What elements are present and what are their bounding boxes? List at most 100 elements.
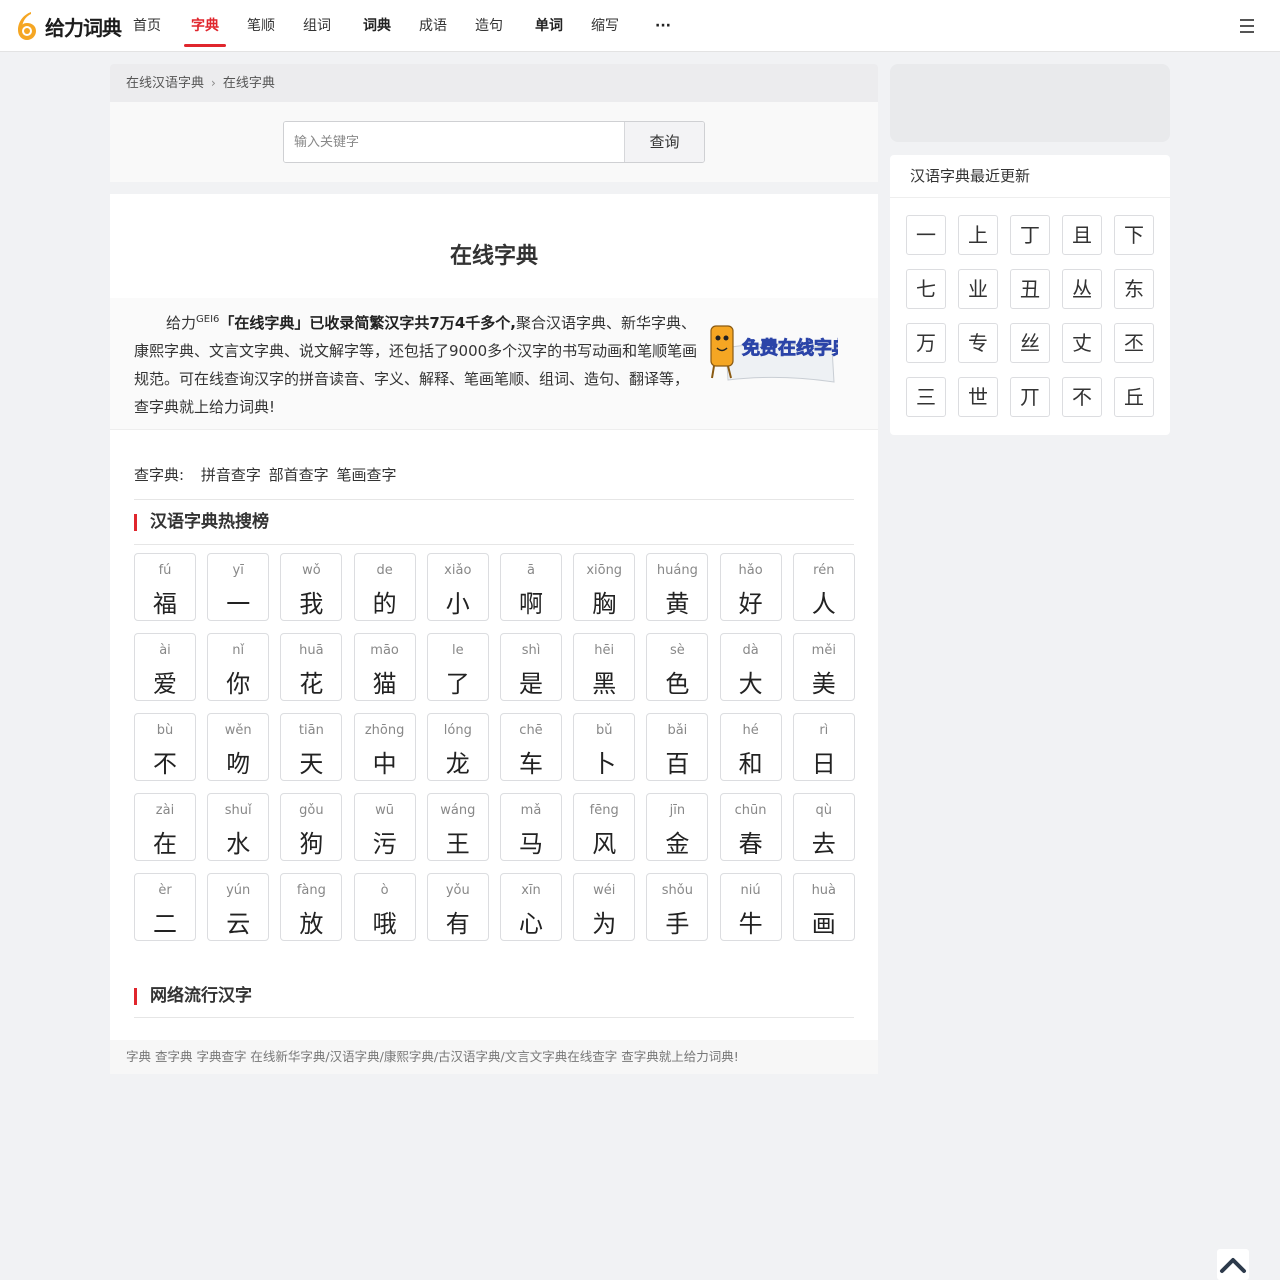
breadcrumb-home-link[interactable]: 在线汉语字典 — [126, 76, 204, 91]
hot-char-cell[interactable]: yǒu 有 — [426, 873, 489, 941]
hot-char-cell[interactable]: wéi 为 — [573, 873, 636, 941]
hot-char-cell[interactable]: zhōng 中 — [353, 713, 416, 781]
recent-char-cell[interactable]: 不 — [1062, 377, 1102, 417]
promo-image[interactable]: 免费在线字典 — [708, 318, 838, 390]
hot-char-cell[interactable]: mǎ 马 — [500, 793, 562, 861]
hot-char-cell[interactable]: wǒ 我 — [280, 553, 343, 621]
hot-char: 日 — [811, 750, 836, 778]
lookup-stroke-link[interactable]: 笔画查字 — [336, 466, 396, 484]
nav-dictionary[interactable]: 字典 — [184, 0, 226, 52]
nav-home[interactable]: 首页 — [133, 0, 161, 52]
hot-char-cell[interactable]: hǎo 好 — [719, 553, 782, 621]
hot-char-cell[interactable]: de 的 — [353, 553, 416, 621]
hot-char-cell[interactable]: yī 一 — [207, 553, 270, 621]
recent-char-cell[interactable]: 万 — [906, 323, 946, 363]
nav-stroke-order[interactable]: 笔顺 — [246, 0, 276, 52]
hot-char-pinyin: yī — [232, 563, 244, 578]
hot-char-cell[interactable]: èr 二 — [134, 873, 196, 941]
recent-char-cell[interactable]: 丛 — [1062, 269, 1102, 309]
hot-char: 狗 — [299, 830, 324, 858]
hot-char-cell[interactable]: lóng 龙 — [426, 713, 489, 781]
hot-char-cell[interactable]: huáng 黄 — [646, 553, 709, 621]
hot-char-cell[interactable]: gǒu 狗 — [280, 793, 343, 861]
nav-word-group[interactable]: 组词 — [302, 0, 332, 52]
recent-char-cell[interactable]: 丝 — [1010, 323, 1050, 363]
recent-char-cell[interactable]: 三 — [906, 377, 946, 417]
hot-char-cell[interactable]: sè 色 — [646, 633, 709, 701]
hot-char-cell[interactable]: nǐ 你 — [207, 633, 270, 701]
hot-char-cell[interactable]: chūn 春 — [719, 793, 782, 861]
back-to-top-button[interactable] — [1217, 1249, 1249, 1280]
nav-more[interactable]: ··· — [650, 0, 676, 52]
recent-char-cell[interactable]: 七 — [906, 269, 946, 309]
hot-char-pinyin: ò — [380, 883, 389, 898]
recent-char-cell[interactable]: 丁 — [1010, 215, 1050, 255]
hot-char-cell[interactable]: fàng 放 — [280, 873, 343, 941]
search-button[interactable]: 查询 — [624, 122, 704, 162]
hot-char-cell[interactable]: wáng 王 — [426, 793, 489, 861]
recent-char-cell[interactable]: 丘 — [1114, 377, 1154, 417]
hot-char-cell[interactable]: jīn 金 — [646, 793, 709, 861]
recent-char-cell[interactable]: 丌 — [1010, 377, 1050, 417]
hot-char-cell[interactable]: fú 福 — [134, 553, 196, 621]
recent-char-cell[interactable]: 业 — [958, 269, 998, 309]
hot-char-cell[interactable]: chē 车 — [500, 713, 562, 781]
hot-char-cell[interactable]: rén 人 — [792, 553, 855, 621]
hot-char-cell[interactable]: shì 是 — [500, 633, 562, 701]
hot-char-cell[interactable]: wū 污 — [353, 793, 416, 861]
lookup-pinyin-link[interactable]: 拼音查字 — [201, 466, 261, 484]
hot-char-cell[interactable]: ài 爱 — [134, 633, 196, 701]
recent-char-cell[interactable]: 丕 — [1114, 323, 1154, 363]
nav-cidian[interactable]: 词典 — [362, 0, 392, 52]
hot-char-cell[interactable]: niú 牛 — [719, 873, 782, 941]
hot-char-cell[interactable]: hēi 黑 — [573, 633, 636, 701]
recent-char-cell[interactable]: 世 — [958, 377, 998, 417]
hot-char-cell[interactable]: shǒu 手 — [646, 873, 709, 941]
hot-char-cell[interactable]: rì 日 — [792, 713, 855, 781]
hot-char: 车 — [519, 750, 543, 778]
search-input[interactable] — [284, 122, 624, 162]
hot-char-cell[interactable]: shuǐ 水 — [207, 793, 270, 861]
hot-char-cell[interactable]: ò哦 — [353, 873, 416, 941]
hot-char-cell[interactable]: dà 大 — [719, 633, 782, 701]
menu-icon[interactable] — [1237, 15, 1259, 37]
hot-char-cell[interactable]: měi 美 — [792, 633, 855, 701]
hot-char: 龙 — [445, 750, 470, 778]
hot-char-cell[interactable]: bǔ 卜 — [573, 713, 636, 781]
hot-char-cell[interactable]: xīn 心 — [500, 873, 562, 941]
hot-char-cell[interactable]: tiān 天 — [280, 713, 343, 781]
hot-char-cell[interactable]: bǎi 百 — [646, 713, 709, 781]
nav-abbreviation[interactable]: 缩写 — [590, 0, 620, 52]
hot-char-cell[interactable]: ā啊 — [500, 553, 562, 621]
site-logo[interactable]: 给力词典 — [16, 10, 122, 42]
nav-idiom[interactable]: 成语 — [418, 0, 448, 52]
recent-char-cell[interactable]: 且 — [1062, 215, 1102, 255]
hot-char-cell[interactable]: le 了 — [426, 633, 489, 701]
recent-char-cell[interactable]: 下 — [1114, 215, 1154, 255]
hot-char-cell[interactable]: bù 不 — [134, 713, 196, 781]
nav-word[interactable]: 单词 — [534, 0, 564, 52]
hot-char: 爱 — [153, 670, 177, 698]
hot-char-cell[interactable]: zài 在 — [134, 793, 196, 861]
recent-char-cell[interactable]: 一 — [906, 215, 946, 255]
hot-char-pinyin: shì — [521, 643, 541, 658]
hot-char-cell[interactable]: huā 花 — [280, 633, 343, 701]
recent-char-cell[interactable]: 上 — [958, 215, 998, 255]
hot-char-cell[interactable]: hé 和 — [719, 713, 782, 781]
lookup-radical-link[interactable]: 部首查字 — [269, 466, 329, 484]
hot-char-cell[interactable]: māo 猫 — [353, 633, 416, 701]
hot-char-cell[interactable]: xiōng 胸 — [573, 553, 636, 621]
recent-char-cell[interactable]: 丈 — [1062, 323, 1102, 363]
hot-char-cell[interactable]: wěn 吻 — [207, 713, 270, 781]
recent-char-cell[interactable]: 专 — [958, 323, 998, 363]
nav-sentence[interactable]: 造句 — [474, 0, 504, 52]
hot-char-cell[interactable]: huà 画 — [792, 873, 855, 941]
search-box: 查询 — [283, 121, 705, 163]
recent-char-cell[interactable]: 东 — [1114, 269, 1154, 309]
hot-char-cell[interactable]: fēng 风 — [573, 793, 636, 861]
hot-char-cell[interactable]: qù 去 — [792, 793, 855, 861]
hot-char: 王 — [445, 830, 470, 858]
recent-char-cell[interactable]: 丑 — [1010, 269, 1050, 309]
hot-char-cell[interactable]: xiǎo 小 — [426, 553, 489, 621]
hot-char-cell[interactable]: yún 云 — [207, 873, 270, 941]
